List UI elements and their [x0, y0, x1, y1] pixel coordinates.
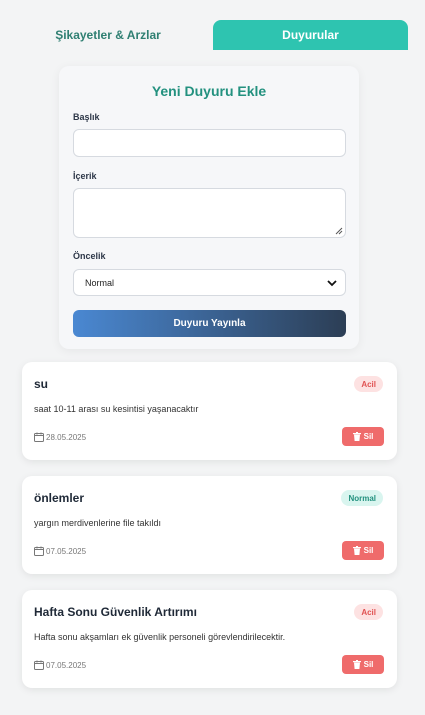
announcement-date-text: 07.05.2025: [46, 546, 87, 556]
announcement-date-text: 07.05.2025: [46, 660, 87, 670]
calendar-icon: [34, 660, 44, 670]
tab-complaints[interactable]: Şikayetler & Arzlar: [13, 20, 203, 50]
trash-icon: [352, 546, 361, 555]
delete-button[interactable]: Sil: [342, 427, 384, 446]
delete-button[interactable]: Sil: [342, 655, 384, 674]
content-textarea[interactable]: [73, 188, 346, 238]
announcement-card: su Acil saat 10-11 arası su kesintisi ya…: [22, 362, 397, 460]
priority-badge: Normal: [341, 490, 383, 506]
content-field-label: İçerik: [73, 171, 97, 181]
priority-badge: Acil: [354, 376, 383, 392]
tab-announcements[interactable]: Duyurular: [213, 20, 408, 50]
announcement-body: yargın merdivenlerine file takıldı: [34, 518, 162, 528]
announcement-card: önlemler Normal yargın merdivenlerine fi…: [22, 476, 397, 574]
form-title: Yeni Duyuru Ekle: [151, 83, 267, 99]
new-announcement-form: Yeni Duyuru Ekle Başlık İçerik Öncelik N…: [59, 66, 359, 349]
delete-button[interactable]: Sil: [342, 541, 384, 560]
announcement-date-text: 28.05.2025: [46, 432, 87, 442]
delete-button-label: Sil: [363, 546, 374, 555]
announcement-date: 28.05.2025: [34, 432, 86, 442]
priority-badge: Acil: [354, 604, 383, 620]
announcement-card: Hafta Sonu Güvenlik Artırımı Acil Hafta …: [22, 590, 397, 688]
resize-grip-icon[interactable]: [335, 227, 343, 235]
trash-icon: [352, 660, 361, 669]
delete-button-label: Sil: [363, 432, 374, 441]
tab-bar: Şikayetler & Arzlar Duyurular: [13, 20, 408, 50]
announcement-date: 07.05.2025: [34, 546, 86, 556]
priority-field-label: Öncelik: [73, 251, 106, 261]
title-field-label: Başlık: [73, 112, 100, 122]
priority-select[interactable]: Normal: [73, 269, 346, 296]
announcement-title: Hafta Sonu Güvenlik Artırımı: [34, 605, 197, 619]
announcement-date: 07.05.2025: [34, 660, 86, 670]
calendar-icon: [34, 432, 44, 442]
title-input[interactable]: [73, 129, 346, 157]
announcement-body: saat 10-11 arası su kesintisi yaşanacakt…: [34, 404, 199, 414]
publish-button[interactable]: Duyuru Yayınla: [73, 310, 346, 337]
priority-select-value: Normal: [85, 277, 115, 288]
announcement-body: Hafta sonu akşamları ek güvenlik persone…: [34, 632, 286, 642]
chevron-down-icon: [327, 280, 337, 287]
delete-button-label: Sil: [363, 660, 374, 669]
announcement-title: su: [34, 377, 49, 391]
trash-icon: [352, 432, 361, 441]
announcement-title: önlemler: [34, 491, 85, 505]
calendar-icon: [34, 546, 44, 556]
